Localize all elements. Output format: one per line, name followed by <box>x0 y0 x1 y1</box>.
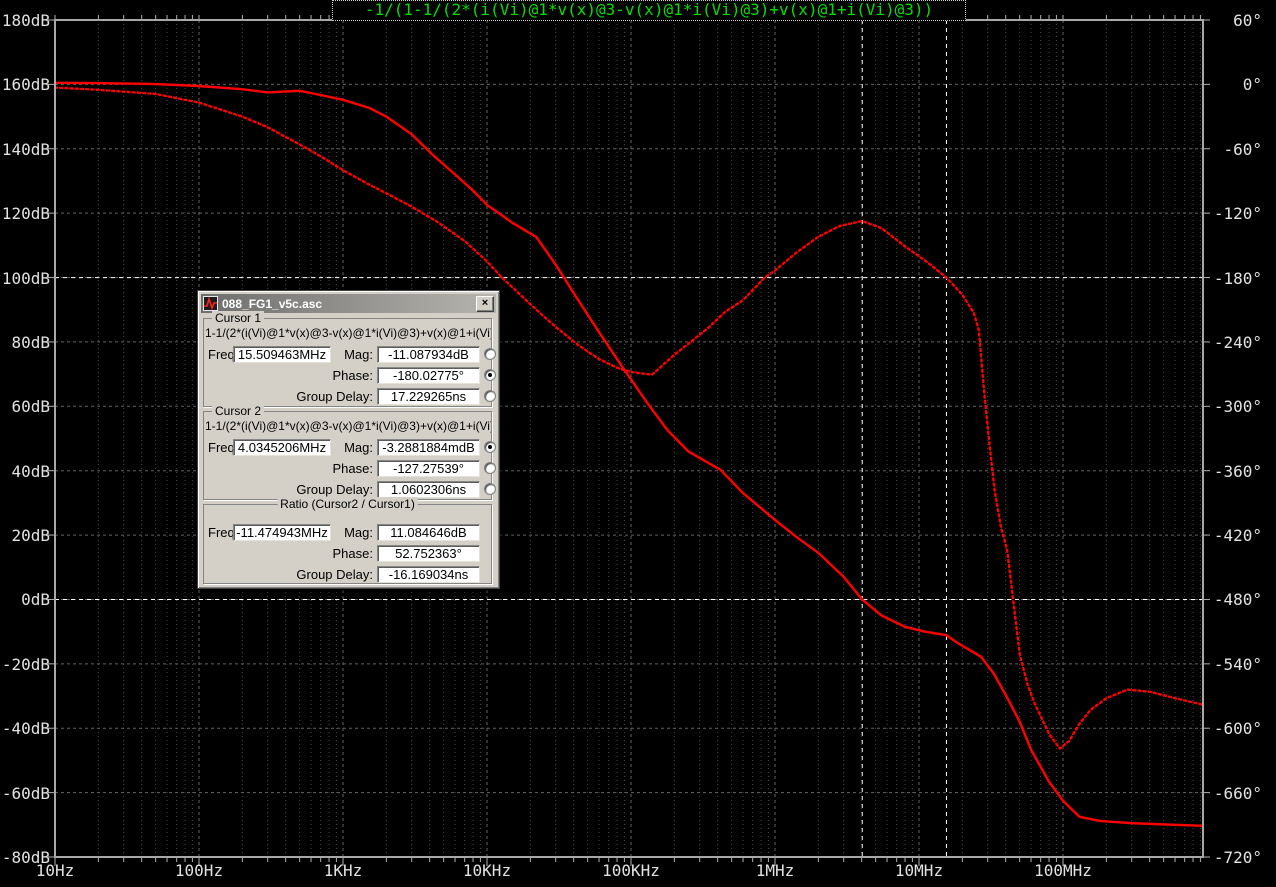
y-axis-right-label: 0° <box>1242 75 1262 95</box>
y-axis-left-label: 140dB <box>1 139 50 159</box>
y-axis-right-label: -660° <box>1213 783 1262 803</box>
y-axis-left-label: 100dB <box>1 268 50 288</box>
ratio-group-label: Ratio (Cursor2 / Cursor1) <box>277 497 418 511</box>
y-axis-right-label: -180° <box>1213 268 1262 288</box>
y-axis-right-label: -720° <box>1213 848 1262 867</box>
x-axis-label: 100KHz <box>602 861 660 880</box>
x-axis-label: 10KHz <box>462 861 512 880</box>
ratio-phase-field[interactable]: 52.752363° <box>377 545 480 562</box>
x-axis-label: 100MHz <box>1034 861 1092 880</box>
ratio-mag-field[interactable]: 11.084646dB <box>377 524 480 541</box>
cursor2-phase-field[interactable]: -127.27539° <box>377 460 480 477</box>
cursor1-group-label: Cursor 1 <box>212 311 265 325</box>
y-axis-left-label: 20dB <box>11 526 50 546</box>
y-axis-right-label: -420° <box>1213 526 1262 546</box>
cursor2-group: Cursor 2 1-1/(2*(i(Vi)@1*v(x)@3-v(x)@1*i… <box>203 404 496 500</box>
dialog-title: 088_FG1_v5c.asc <box>222 296 323 311</box>
x-axis-label: 10Hz <box>35 861 75 880</box>
y-axis-left-label: 0dB <box>21 590 50 610</box>
y-axis-left-label: 160dB <box>1 75 50 95</box>
cursor1-group-delay-radio[interactable] <box>484 390 496 402</box>
cursor1-phase-field[interactable]: -180.02775° <box>377 367 480 384</box>
y-axis-right-label: -120° <box>1213 204 1262 224</box>
y-axis-left-label: -20dB <box>1 654 50 674</box>
cursor1-mag-radio[interactable] <box>484 348 496 360</box>
cursor-dialog: 088_FG1_v5c.asc × Cursor 1 1-1/(2*(i(Vi)… <box>197 290 500 589</box>
x-axis-label: 1KHz <box>323 861 363 880</box>
ratio-group-delay-label: Group Delay: <box>296 567 373 582</box>
cursor1-phase-label: Phase: <box>332 368 373 383</box>
cursor2-phase-label: Phase: <box>332 461 373 476</box>
plot-window: -1/(1-1/(2*(i(Vi)@1*v(x)@3-v(x)@1*i(Vi)@… <box>0 0 1276 887</box>
ltspice-icon <box>203 296 218 311</box>
ratio-group: Ratio (Cursor2 / Cursor1) Freq: -11.4749… <box>203 497 492 584</box>
cursor1-group: Cursor 1 1-1/(2*(i(Vi)@1*v(x)@3-v(x)@1*i… <box>203 311 496 407</box>
y-axis-left-label: 180dB <box>1 11 50 30</box>
cursor1-mag-field[interactable]: -11.087934dB <box>377 346 480 363</box>
y-axis-right-label: -480° <box>1213 590 1262 610</box>
cursor2-group-delay-field[interactable]: 1.0602306ns <box>377 481 480 498</box>
cursor1-expression[interactable]: 1-1/(2*(i(Vi)@1*v(x)@3-v(x)@1*i(Vi)@3)+v… <box>205 326 491 340</box>
x-axis-label: 10MHz <box>894 861 944 880</box>
cursor2-mag-radio[interactable] <box>484 441 496 453</box>
cursor2-group-label: Cursor 2 <box>212 404 265 418</box>
cursor1-mag-label: Mag: <box>344 347 373 362</box>
cursor2-group-delay-radio[interactable] <box>484 483 496 495</box>
y-axis-left-label: -60dB <box>1 783 50 803</box>
y-axis-right-label: -300° <box>1213 397 1262 417</box>
ratio-phase-label: Phase: <box>332 546 373 561</box>
plot-title-box[interactable]: -1/(1-1/(2*(i(Vi)@1*v(x)@3-v(x)@1*i(Vi)@… <box>332 0 966 21</box>
y-axis-left-label: 40dB <box>11 461 50 481</box>
ratio-mag-label: Mag: <box>344 525 373 540</box>
close-icon[interactable]: × <box>476 295 494 312</box>
x-axis-label: 1MHz <box>755 861 795 880</box>
y-axis-left-label: 80dB <box>11 332 50 352</box>
y-axis-left-label: 60dB <box>11 397 50 417</box>
cursor2-group-delay-label: Group Delay: <box>296 482 373 497</box>
y-axis-right-label: -360° <box>1213 461 1262 481</box>
x-axis-label: 100Hz <box>174 861 224 880</box>
bode-plot-canvas[interactable] <box>0 0 1276 887</box>
cursor2-mag-label: Mag: <box>344 440 373 455</box>
y-axis-right-label: -540° <box>1213 654 1262 674</box>
cursor1-group-delay-label: Group Delay: <box>296 389 373 404</box>
y-axis-left-label: 120dB <box>1 204 50 224</box>
cursor1-phase-radio[interactable] <box>484 369 496 381</box>
cursor2-expression[interactable]: 1-1/(2*(i(Vi)@1*v(x)@3-v(x)@1*i(Vi)@3)+v… <box>205 419 491 433</box>
y-axis-right-label: -240° <box>1213 332 1262 352</box>
plot-title-expression: -1/(1-1/(2*(i(Vi)@1*v(x)@3-v(x)@1*i(Vi)@… <box>364 0 934 19</box>
cursor1-group-delay-field[interactable]: 17.229265ns <box>377 388 480 405</box>
cursor2-phase-radio[interactable] <box>484 462 496 474</box>
y-axis-right-label: -600° <box>1213 719 1262 739</box>
cursor2-mag-field[interactable]: -3.2881884mdB <box>377 439 480 456</box>
y-axis-right-label: -60° <box>1223 139 1262 159</box>
y-axis-left-label: -40dB <box>1 719 50 739</box>
ratio-group-delay-field[interactable]: -16.169034ns <box>377 566 480 583</box>
y-axis-right-label: 60° <box>1233 11 1262 30</box>
